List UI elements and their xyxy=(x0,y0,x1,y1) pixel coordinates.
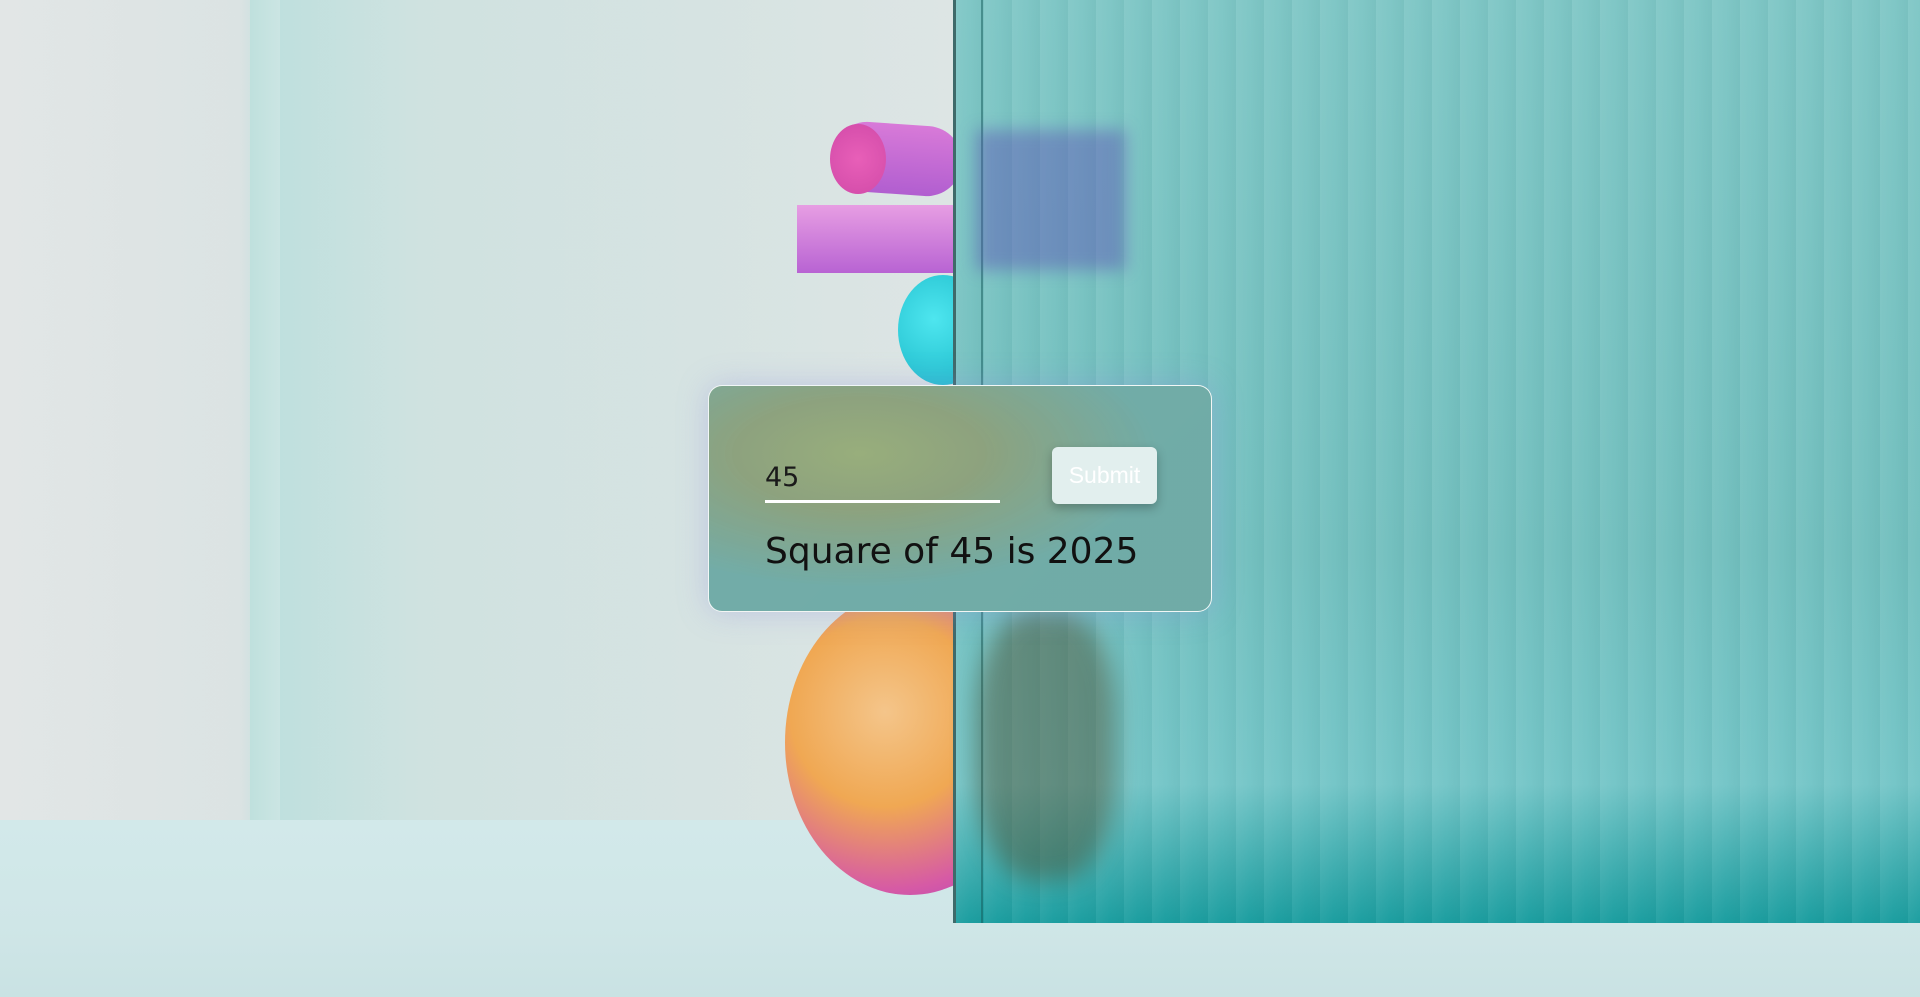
violet-cylinder xyxy=(797,205,977,273)
background-pillar xyxy=(250,0,280,828)
pink-cylinder-end xyxy=(830,124,886,194)
submit-button[interactable]: Submit xyxy=(1052,447,1157,504)
result-text: Square of 45 is 2025 xyxy=(765,531,1139,572)
number-input[interactable] xyxy=(765,454,1000,503)
square-calculator-card: Submit Square of 45 is 2025 xyxy=(708,385,1212,612)
